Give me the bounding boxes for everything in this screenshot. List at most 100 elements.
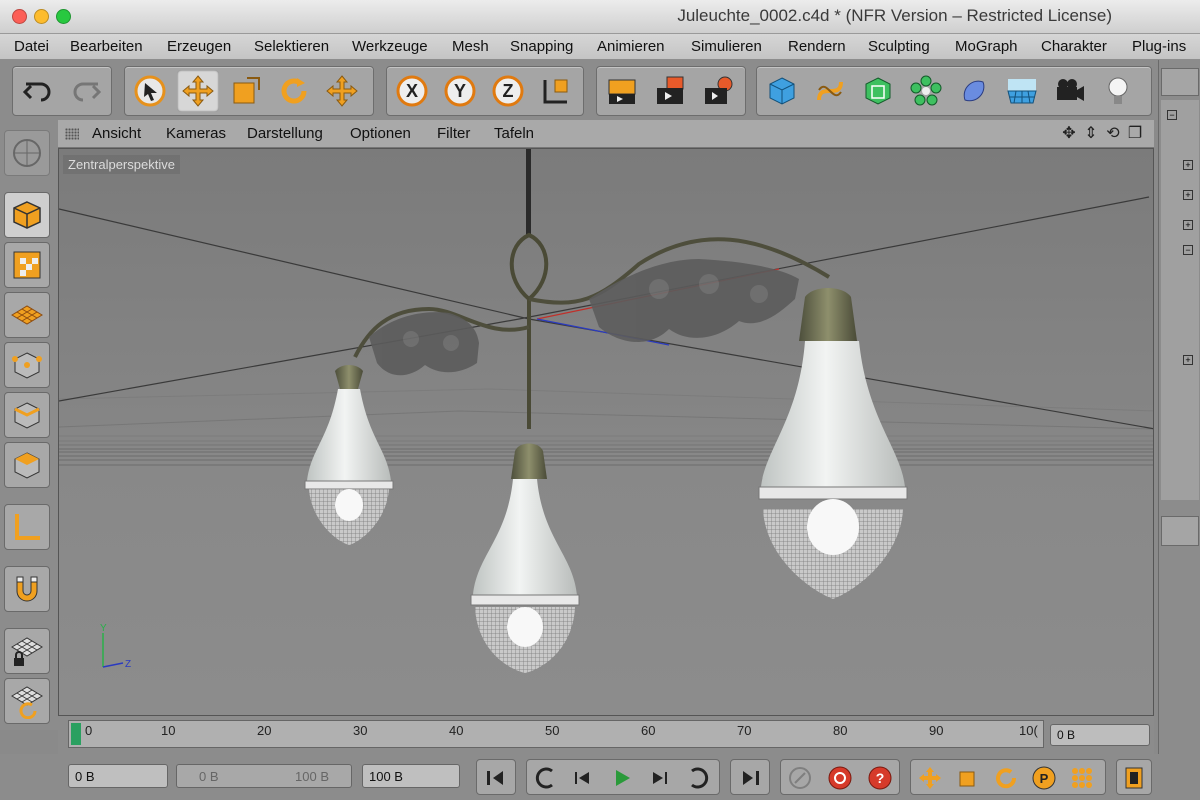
viewport-zoom-icon[interactable]: ⇕ <box>1082 125 1100 143</box>
scale-icon[interactable] <box>225 70 267 112</box>
transform-tools-group <box>124 66 374 116</box>
timeline-ruler[interactable]: 0 10 20 30 40 50 60 70 80 90 10( <box>68 720 1044 748</box>
workplane-rotate-icon[interactable] <box>4 678 50 724</box>
viewport-maximize-icon[interactable]: ❐ <box>1126 125 1144 143</box>
spline-icon[interactable] <box>809 70 851 112</box>
rotate-icon[interactable] <box>273 70 315 112</box>
3d-viewport[interactable]: Y Z Zentralperspektive <box>58 148 1154 716</box>
coordinate-system-icon[interactable] <box>535 70 577 112</box>
tree-expand-icon[interactable]: + <box>1183 190 1193 200</box>
deformer-icon[interactable] <box>953 70 995 112</box>
mograph-cloner-icon[interactable] <box>905 70 947 112</box>
y-axis-icon[interactable]: Y <box>439 70 481 112</box>
redo-icon[interactable] <box>65 70 107 112</box>
object-tree[interactable]: − + + + − + <box>1161 100 1199 500</box>
tree-expand-icon[interactable]: + <box>1183 355 1193 365</box>
record-keys-icon[interactable] <box>785 763 815 793</box>
menu-datei[interactable]: Datei <box>14 38 49 55</box>
panel-tab[interactable] <box>1161 68 1199 96</box>
attributes-tab[interactable] <box>1161 516 1199 546</box>
select-arrow-icon[interactable] <box>129 70 171 112</box>
floor-icon[interactable] <box>1001 70 1043 112</box>
model-mode-icon[interactable] <box>4 192 50 238</box>
x-axis-icon[interactable]: X <box>391 70 433 112</box>
next-frame-icon[interactable] <box>645 763 675 793</box>
make-editable-icon[interactable] <box>4 130 50 176</box>
current-frame-field[interactable]: 0 B <box>1050 724 1150 746</box>
key-parameter-icon[interactable]: P <box>1029 763 1059 793</box>
camera-icon[interactable] <box>1049 70 1091 112</box>
axis-mode-icon[interactable] <box>4 504 50 550</box>
viewport-rotate-icon[interactable]: ⟲ <box>1104 125 1122 143</box>
tree-collapse-icon[interactable]: − <box>1183 245 1193 255</box>
viewport-grip-handle[interactable] <box>65 128 79 140</box>
menu-charakter[interactable]: Charakter <box>1041 38 1107 55</box>
points-mode-icon[interactable] <box>4 342 50 388</box>
key-rotation-icon[interactable] <box>991 763 1021 793</box>
menu-animieren[interactable]: Animieren <box>597 38 665 55</box>
minimize-window-button[interactable] <box>34 9 49 24</box>
move-icon[interactable] <box>177 70 219 112</box>
cube-icon[interactable] <box>761 70 803 112</box>
start-frame-field[interactable]: 0 B <box>68 764 168 788</box>
menu-mograph[interactable]: MoGraph <box>955 38 1018 55</box>
viewport-menu-darstellung[interactable]: Darstellung <box>247 125 323 142</box>
viewport-menu-filter[interactable]: Filter <box>437 125 470 142</box>
previous-key-icon[interactable] <box>531 763 561 793</box>
viewport-menu-tafeln[interactable]: Tafeln <box>494 125 534 142</box>
light-icon[interactable] <box>1097 70 1139 112</box>
viewport-move-icon[interactable]: ✥ <box>1060 125 1078 143</box>
polygons-mode-icon[interactable] <box>4 442 50 488</box>
viewport-menu-optionen[interactable]: Optionen <box>350 125 411 142</box>
tick-label: 10( <box>1019 723 1038 738</box>
menu-plugins[interactable]: Plug-ins <box>1132 38 1186 55</box>
render-settings-icon[interactable] <box>697 70 739 112</box>
locked-workplane-icon[interactable] <box>4 628 50 674</box>
tree-expand-icon[interactable]: + <box>1183 160 1193 170</box>
viewport-menu-ansicht[interactable]: Ansicht <box>92 125 141 142</box>
previous-frame-icon[interactable] <box>567 763 597 793</box>
menu-bearbeiten[interactable]: Bearbeiten <box>70 38 143 55</box>
menu-snapping[interactable]: Snapping <box>510 38 573 55</box>
viewport-menu-kameras[interactable]: Kameras <box>166 125 226 142</box>
z-axis-icon[interactable]: Z <box>487 70 529 112</box>
tree-collapse-icon[interactable]: − <box>1167 110 1177 120</box>
menu-erzeugen[interactable]: Erzeugen <box>167 38 231 55</box>
key-scale-icon[interactable] <box>953 763 983 793</box>
frame-range-slider[interactable]: 0 B 100 B <box>176 764 352 788</box>
goto-end-icon[interactable] <box>735 763 765 793</box>
subdivision-icon[interactable] <box>857 70 899 112</box>
menu-bar: Datei Bearbeiten Erzeugen Selektieren We… <box>0 34 1200 60</box>
render-view-icon[interactable] <box>601 70 643 112</box>
key-pla-icon[interactable] <box>1067 763 1097 793</box>
close-window-button[interactable] <box>12 9 27 24</box>
snap-magnet-icon[interactable] <box>4 566 50 612</box>
render-group <box>596 66 746 116</box>
end-frame-field[interactable]: 100 B <box>362 764 460 788</box>
axis-gizmo: Y Z <box>100 623 131 670</box>
menu-selektieren[interactable]: Selektieren <box>254 38 329 55</box>
film-strip-icon[interactable] <box>1119 763 1149 793</box>
menu-werkzeuge[interactable]: Werkzeuge <box>352 38 428 55</box>
texture-mode-icon[interactable] <box>4 242 50 288</box>
loop-ornament <box>509 232 549 302</box>
autokey-icon[interactable] <box>825 763 855 793</box>
undo-icon[interactable] <box>17 70 59 112</box>
next-key-icon[interactable] <box>683 763 713 793</box>
menu-simulieren[interactable]: Simulieren <box>691 38 762 55</box>
render-picture-viewer-icon[interactable] <box>649 70 691 112</box>
workplane-mode-icon[interactable] <box>4 292 50 338</box>
zoom-window-button[interactable] <box>56 9 71 24</box>
menu-rendern[interactable]: Rendern <box>788 38 846 55</box>
key-position-icon[interactable] <box>915 763 945 793</box>
goto-start-icon[interactable] <box>481 763 511 793</box>
live-move-icon[interactable] <box>321 70 363 112</box>
tick-label: 80 <box>833 723 848 738</box>
help-icon[interactable]: ? <box>865 763 895 793</box>
menu-sculpting[interactable]: Sculpting <box>868 38 930 55</box>
tree-expand-icon[interactable]: + <box>1183 220 1193 230</box>
playhead[interactable] <box>71 723 81 745</box>
play-icon[interactable] <box>607 763 637 793</box>
menu-mesh[interactable]: Mesh <box>452 38 489 55</box>
edges-mode-icon[interactable] <box>4 392 50 438</box>
